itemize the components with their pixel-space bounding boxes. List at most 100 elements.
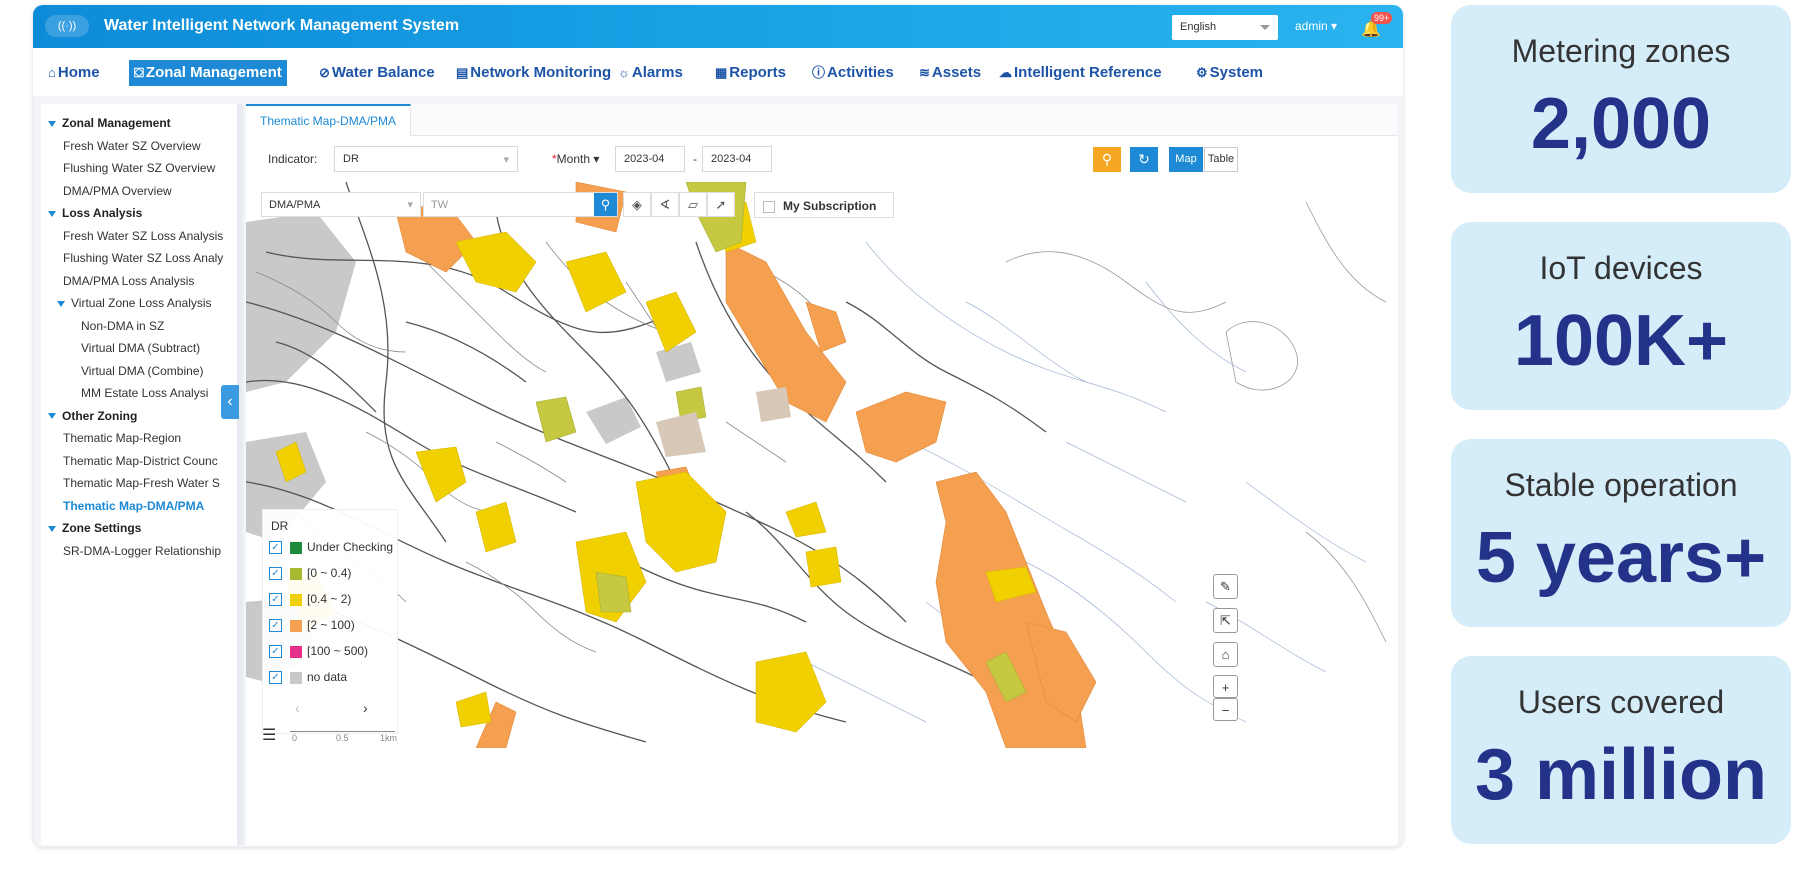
ruler-button[interactable]: ▱ — [679, 192, 707, 217]
menu-item-label: Intelligent Reference — [1014, 64, 1162, 81]
legend-checkbox[interactable]: ✓ — [269, 671, 282, 685]
legend-prev-button[interactable]: ‹ — [295, 700, 300, 716]
legend-row[interactable]: ✓ [0 ~ 0.4) — [269, 566, 351, 584]
menu-item-system[interactable]: ⚙ System — [1191, 60, 1268, 86]
language-select[interactable]: English — [1172, 15, 1278, 40]
sidebar-item-dma-pma-overview[interactable]: DMA/PMA Overview — [63, 184, 172, 198]
menu-item-home[interactable]: ⌂ Home — [43, 60, 105, 86]
sidebar-item-label: Flushing Water SZ Loss Analy — [63, 251, 224, 265]
map-search-button[interactable]: ⚲ — [594, 193, 617, 216]
app-logo: ((·)) — [45, 15, 89, 37]
legend-checkbox[interactable]: ✓ — [269, 593, 282, 607]
indicator-select[interactable]: DR ▾ — [334, 146, 518, 172]
sidebar-item-mm-estate-loss-analysi[interactable]: MM Estate Loss Analysi — [81, 386, 208, 400]
sidebar-item-thematic-map-region[interactable]: Thematic Map-Region — [63, 431, 181, 445]
sidebar-item-label: Other Zoning — [62, 408, 138, 423]
sidebar-item-virtual-dma-subtract-[interactable]: Virtual DMA (Subtract) — [81, 341, 200, 355]
menu-item-assets[interactable]: ≋ Assets — [914, 60, 986, 86]
sidebar-item-virtual-zone-loss-analysis[interactable]: Virtual Zone Loss Analysis — [57, 296, 212, 310]
pointer-button[interactable]: ➚ — [707, 192, 735, 217]
legend-title: DR — [271, 519, 289, 533]
menu-item-network-monitoring[interactable]: ▤ Network Monitoring — [451, 60, 616, 86]
zoom-in-button[interactable]: + — [1213, 675, 1238, 698]
user-menu[interactable]: admin ▾ — [1295, 19, 1337, 33]
main-content: Thematic Map-DMA/PMA Indicator: DR ▾ *Mon… — [246, 104, 1398, 845]
edit-button[interactable]: ✎ — [1213, 574, 1238, 599]
list-icon[interactable]: ☰ — [262, 725, 276, 745]
period-select[interactable]: *Month ▾ — [552, 152, 599, 166]
search-button[interactable]: ⚲ — [1093, 147, 1121, 172]
legend-label: no data — [307, 670, 348, 684]
legend-row[interactable]: ✓ no data — [269, 670, 347, 688]
export-button[interactable]: ⇱ — [1213, 608, 1238, 633]
map-view[interactable]: DMA/PMA ▾ TW ⚲ ◈ ∢ ▱ ➚ My Subscription DR… — [246, 182, 1398, 748]
sidebar-item-non-dma-in-sz[interactable]: Non-DMA in SZ — [81, 319, 164, 333]
caret-down-icon: ▾ — [593, 152, 600, 166]
sidebar-item-loss-analysis[interactable]: Loss Analysis — [48, 206, 142, 220]
month-from-input[interactable]: 2023-04 — [615, 146, 685, 172]
sidebar-item-other-zoning[interactable]: Other Zoning — [48, 409, 137, 423]
sidebar-item-zonal-management[interactable]: Zonal Management — [48, 116, 171, 130]
layers-button[interactable]: ◈ — [623, 192, 651, 217]
menu-item-intelligent-reference[interactable]: ☁ Intelligent Reference — [994, 60, 1167, 86]
map-search-input[interactable]: TW — [423, 192, 618, 217]
sidebar-item-flushing-water-sz-loss-analy[interactable]: Flushing Water SZ Loss Analy — [63, 251, 223, 265]
legend-next-button[interactable]: › — [363, 700, 368, 716]
legend-checkbox[interactable]: ✓ — [269, 619, 282, 633]
stat-value: 3 million — [1474, 735, 1768, 815]
sidebar-item-thematic-map-fresh-water-s[interactable]: Thematic Map-Fresh Water S — [63, 476, 220, 490]
table-view-toggle[interactable]: Table — [1204, 147, 1238, 172]
indicator-value: DR — [343, 153, 359, 165]
menu-item-activities[interactable]: ⓘ Activities — [807, 60, 899, 86]
sidebar-item-dma-pma-loss-analysis[interactable]: DMA/PMA Loss Analysis — [63, 274, 194, 288]
sidebar-item-thematic-map-district-counc[interactable]: Thematic Map-District Counc — [63, 454, 218, 468]
legend-row[interactable]: ✓ [100 ~ 500) — [269, 644, 368, 662]
sidebar-item-label: Virtual Zone Loss Analysis — [71, 296, 212, 310]
indicator-label: Indicator: — [268, 152, 318, 166]
tab-thematic-map-dma[interactable]: Thematic Map-DMA/PMA — [246, 104, 412, 136]
caret-down-icon: ▾ — [1331, 19, 1338, 33]
menu-item-label: Activities — [827, 64, 894, 81]
main-menu: ⌂ Home ⛋ Zonal Management ⊘ Water Balance ▤ Net… — [33, 48, 1403, 96]
menu-item-label: Water Balance — [331, 64, 435, 81]
legend-row[interactable]: ✓ [2 ~ 100) — [269, 618, 355, 636]
sidebar-item-zone-settings[interactable]: Zone Settings — [48, 521, 141, 535]
zone-type-select[interactable]: DMA/PMA ▾ — [261, 192, 421, 217]
legend-swatch — [290, 671, 302, 684]
legend-row[interactable]: ✓ [0.4 ~ 2) — [269, 592, 351, 610]
sidebar-collapse-button[interactable]: ‹ — [221, 385, 239, 419]
measure-angle-button[interactable]: ∢ — [651, 192, 679, 217]
expand-triangle-icon — [48, 525, 56, 532]
sidebar-item-label: Thematic Map-Fresh Water S — [63, 476, 220, 490]
sidebar-item-fresh-water-sz-loss-analysis[interactable]: Fresh Water SZ Loss Analysis — [63, 229, 223, 243]
stat-label: Stable operation — [1504, 467, 1738, 503]
month-to-input[interactable]: 2023-04 — [702, 146, 772, 172]
menu-item-water-balance[interactable]: ⊘ Water Balance — [314, 60, 440, 86]
map-view-toggle[interactable]: Map — [1169, 147, 1203, 172]
sidebar-item-label: Zonal Management — [62, 116, 171, 130]
menu-item-reports[interactable]: ▦ Reports — [710, 60, 791, 86]
sidebar-item-fresh-water-sz-overview[interactable]: Fresh Water SZ Overview — [63, 139, 201, 153]
menu-item-alarms[interactable]: ☼ Alarms — [613, 60, 688, 86]
legend-row[interactable]: ✓ Under Checking — [269, 540, 393, 558]
home-extent-button[interactable]: ⌂ — [1213, 642, 1238, 667]
sidebar-item-sr-dma-logger-relationship[interactable]: SR-DMA-Logger Relationship — [63, 544, 221, 558]
my-subscription-toggle[interactable]: My Subscription — [754, 192, 894, 218]
subscription-checkbox[interactable] — [763, 200, 775, 213]
sidebar-item-flushing-water-sz-overview[interactable]: Flushing Water SZ Overview — [63, 161, 215, 175]
sidebar-item-virtual-dma-combine-[interactable]: Virtual DMA (Combine) — [81, 364, 203, 378]
zoom-out-button[interactable]: − — [1213, 698, 1238, 721]
sidebar-item-thematic-map-dma-pma[interactable]: Thematic Map-DMA/PMA — [63, 499, 204, 513]
stat-card: Users covered 3 million — [1451, 656, 1791, 844]
menu-item-label: Network Monitoring — [470, 64, 612, 81]
legend-checkbox[interactable]: ✓ — [269, 567, 282, 581]
sidebar-item-label: MM Estate Loss Analysi — [81, 386, 209, 400]
menu-item-zonal-management[interactable]: ⛋ Zonal Management — [129, 60, 287, 86]
notification-bell[interactable]: 🔔 99+ — [1361, 12, 1393, 39]
legend-checkbox[interactable]: ✓ — [269, 541, 282, 555]
user-name: admin — [1295, 19, 1328, 33]
stat-value: 100K+ — [1513, 301, 1729, 381]
legend-checkbox[interactable]: ✓ — [269, 645, 282, 659]
stat-label: IoT devices — [1539, 250, 1703, 286]
refresh-button[interactable]: ↻ — [1130, 147, 1158, 172]
